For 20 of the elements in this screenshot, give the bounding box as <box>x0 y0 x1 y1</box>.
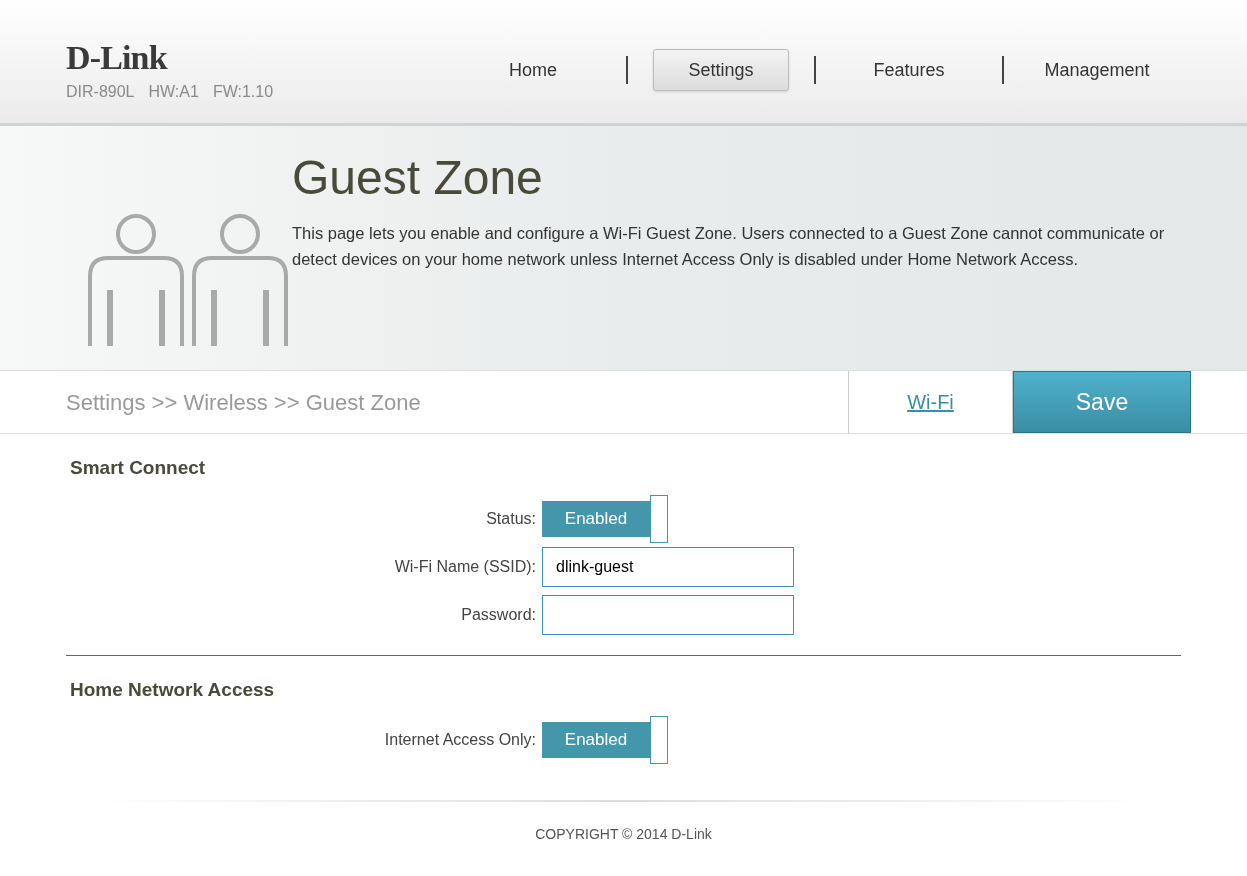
model-label: DIR-890L <box>66 82 135 102</box>
section-title: Smart Connect <box>69 456 207 480</box>
nav-tab[interactable]: Home <box>474 49 592 91</box>
hardware-label: HW:A1 <box>148 82 199 102</box>
section-title: Home Network Access <box>69 677 276 702</box>
field-label: Wi-Fi Name (SSID): <box>393 556 537 577</box>
copyright: COPYRIGHT © 2014 D-Link <box>534 825 713 844</box>
page-description: This page lets you enable and configure a Wi-Fi Guest Zone. Users connected to a Guest Zone cannot communicate or detect devices on your home network unless Internet Access Only is disabled under Home Network Access. <box>292 223 1166 270</box>
text-field[interactable]: dlink-guest <box>542 546 794 587</box>
page-title: Guest Zone <box>292 150 544 206</box>
breadcrumb: Settings >> Wireless >> Guest Zone <box>65 388 422 417</box>
firmware-label: FW:1.10 <box>212 82 274 102</box>
nav-tab[interactable]: Management <box>1009 49 1185 91</box>
text-field[interactable] <box>542 594 794 635</box>
nav-tab[interactable]: Features <box>838 49 980 91</box>
logo: D-Link <box>66 40 169 76</box>
field-label: Status: <box>485 508 537 529</box>
field-label: Internet Access Only: <box>383 730 537 750</box>
nav-tab[interactable]: Settings <box>653 49 789 91</box>
field-label: Password: <box>460 604 537 625</box>
